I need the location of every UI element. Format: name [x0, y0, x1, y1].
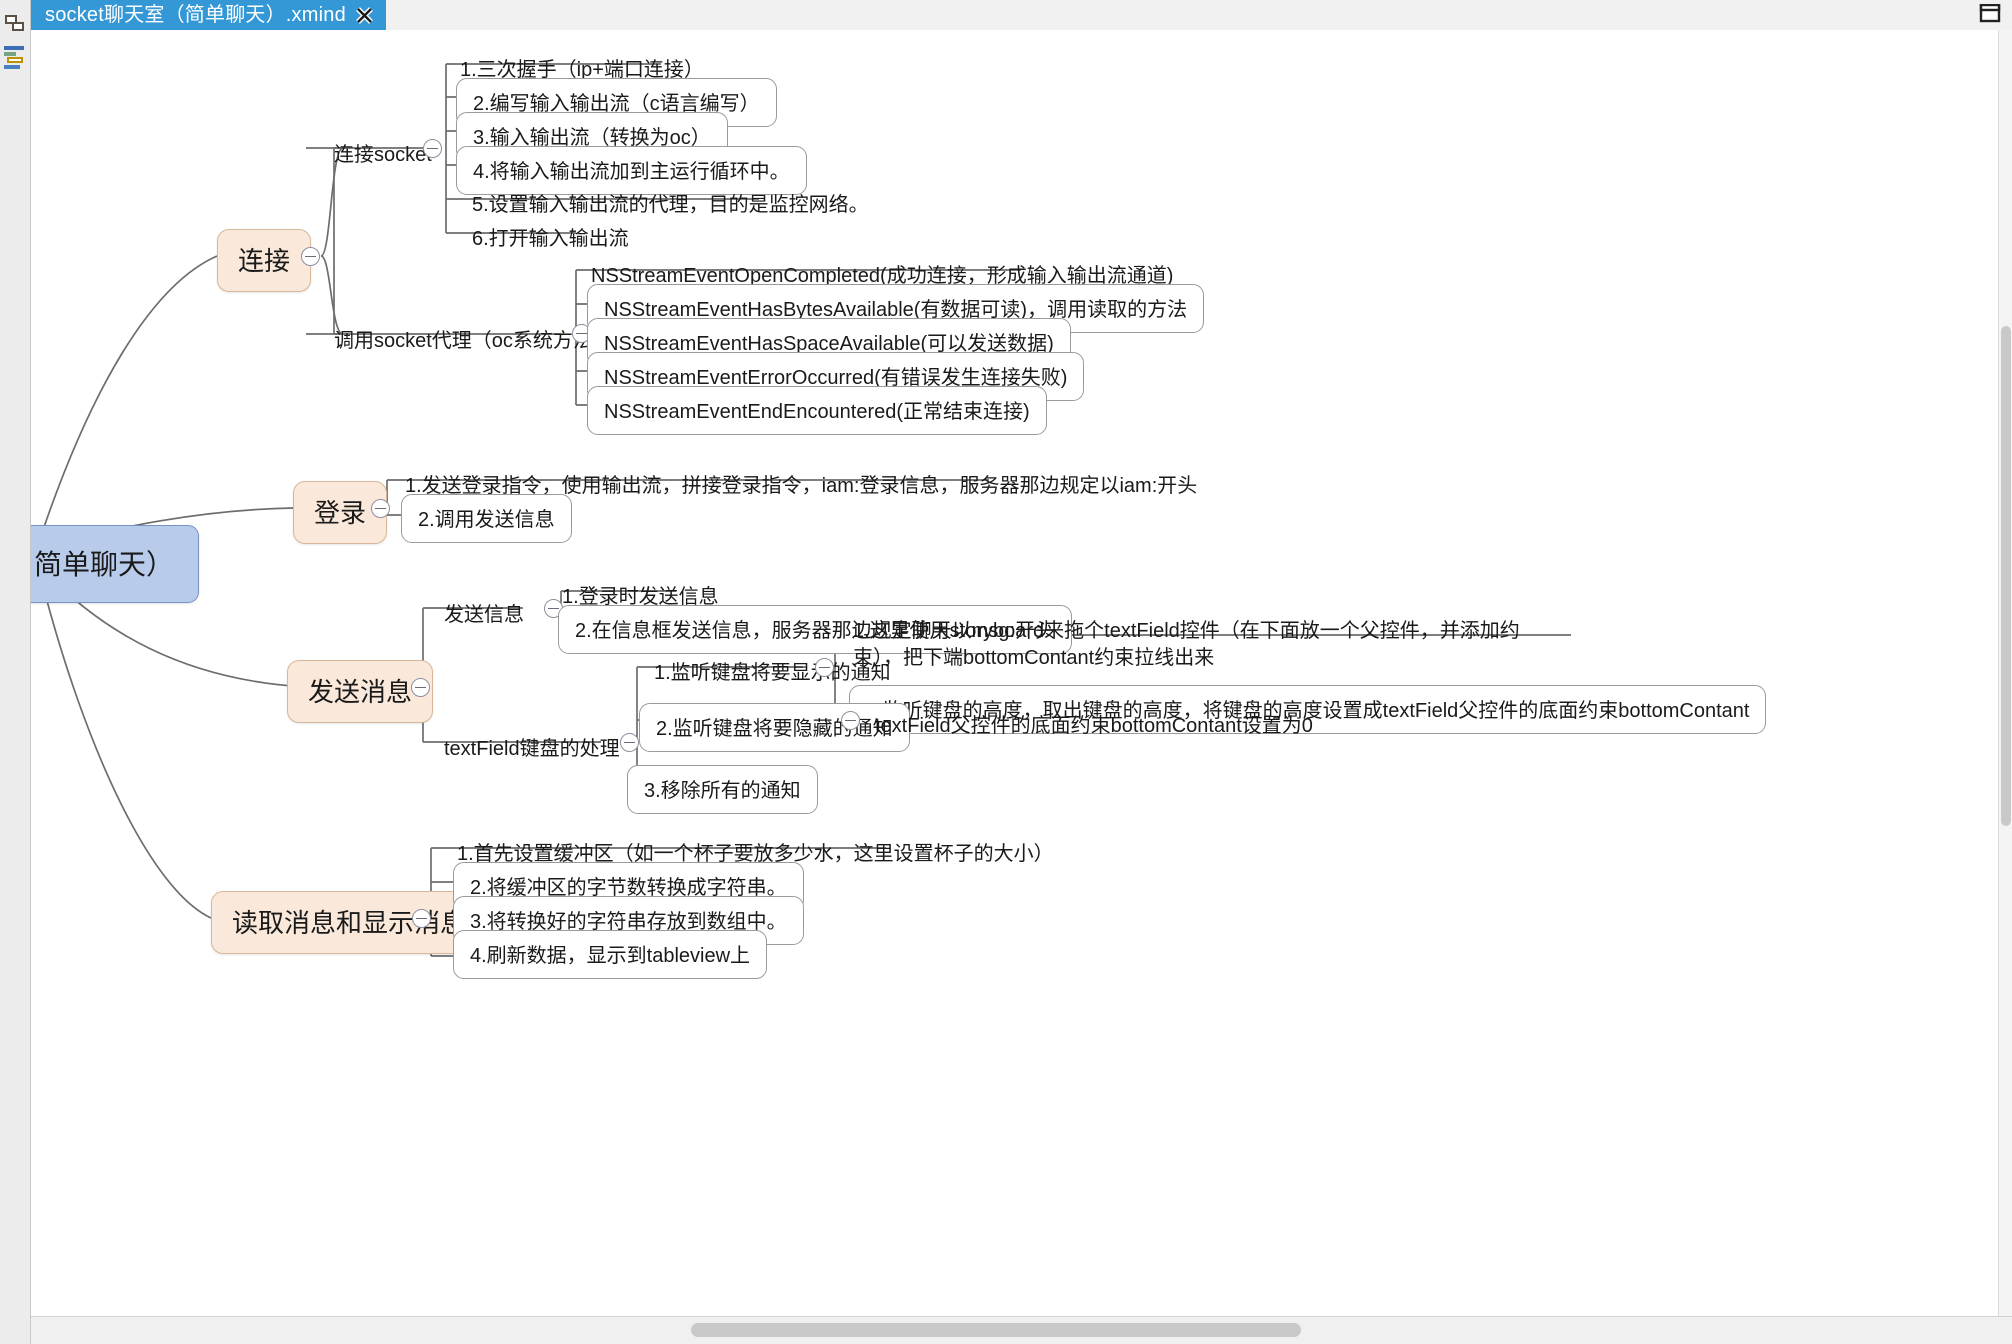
leaf-node-label: NSStreamEventEndEncountered(正常结束连接) [604, 401, 1030, 423]
mindmap-canvas[interactable]: 简单聊天） 连接 连接socket 1.三次握手（ip+端口连接） 2.编写输入… [31, 30, 2012, 1316]
branch-node-label: 读取消息和显示消息 [232, 908, 467, 938]
leaf-node[interactable]: NSStreamEventEndEncountered(正常结束连接) [587, 386, 1047, 435]
branch-node-label: 连接 [238, 246, 291, 276]
sub-node-label: 连接socket [334, 144, 432, 166]
branch-node-lianjie[interactable]: 连接 [217, 229, 312, 292]
root-node-label: 简单聊天） [34, 549, 175, 580]
structure-outline-icon[interactable] [3, 12, 27, 40]
leaf-node-label: 4.刷新数据，显示到tableview上 [470, 945, 751, 967]
leaf-node-label: 5.设置输入输出流的代理，目的是监控网络。 [472, 194, 869, 216]
sub-node-textfield-keyboard[interactable]: textField键盘的处理 [440, 729, 624, 766]
leaf-node[interactable]: textField父控件的底面约束bottomContant设置为0 [871, 706, 1317, 743]
leaf-node-label: textField父控件的底面约束bottomContant设置为0 [875, 715, 1313, 737]
document-tab-title: socket聊天室（简单聊天）.xmind [45, 4, 346, 26]
leaf-node[interactable]: 5.设置输入输出流的代理，目的是监控网络。 [468, 185, 873, 222]
sub-node-label: textField键盘的处理 [444, 738, 620, 760]
leaf-node-label: 4.将输入输出流加到主运行循环中。 [473, 161, 790, 183]
leaf-node[interactable]: 3.移除所有的通知 [627, 765, 818, 814]
collapse-toggle-textfield-keyboard[interactable] [620, 733, 639, 752]
branch-node-label: 发送消息 [308, 677, 413, 707]
restore-window-icon[interactable] [1977, 2, 2003, 26]
collapse-toggle-denglu[interactable] [371, 499, 390, 518]
root-node[interactable]: 简单聊天） [31, 525, 200, 603]
leaf-node[interactable]: 2.监听键盘将要隐藏的通知 [639, 703, 910, 752]
leaf-node[interactable]: 2.调用发送信息 [401, 494, 572, 543]
collapse-toggle-fasong-xiaoxi[interactable] [411, 678, 430, 697]
sub-node-fasong-xinxi[interactable]: 发送信息 [440, 595, 528, 632]
collapse-toggle-keyboard-show[interactable] [815, 658, 834, 677]
branch-node-duqu-xianshi[interactable]: 读取消息和显示消息 [211, 891, 488, 954]
collapse-toggle-duqu-xianshi[interactable] [412, 909, 431, 928]
leaf-node[interactable]: 6.打开输入输出流 [468, 219, 633, 256]
left-icon-rail [0, 0, 31, 1344]
sub-node-lianjie-socket[interactable]: 连接socket [330, 135, 436, 172]
leaf-node-label: 2.调用发送信息 [418, 509, 555, 531]
leaf-node[interactable]: 1.这里使用storyboard来拖个textField控件（在下面放一个父控件… [849, 615, 1549, 677]
collapse-toggle-lianjie[interactable] [301, 247, 320, 266]
collapse-toggle-lianjie-socket[interactable] [423, 139, 442, 158]
sub-node-label: 发送信息 [444, 604, 524, 626]
collapse-toggle-keyboard-hide[interactable] [841, 711, 860, 730]
close-x-icon[interactable] [355, 6, 374, 25]
leaf-node[interactable]: 4.刷新数据，显示到tableview上 [453, 930, 768, 979]
vertical-scrollbar-thumb[interactable] [2001, 326, 2011, 826]
leaf-node-label: 6.打开输入输出流 [472, 228, 629, 250]
leaf-node-label: 1.这里使用storyboard来拖个textField控件（在下面放一个父控件… [853, 620, 1520, 669]
vertical-scrollbar[interactable] [1998, 30, 2012, 1316]
leaf-node-label: 3.移除所有的通知 [644, 780, 801, 802]
horizontal-scrollbar[interactable] [31, 1316, 2012, 1344]
document-tab[interactable]: socket聊天室（简单聊天）.xmind [31, 0, 386, 30]
horizontal-scrollbar-thumb[interactable] [691, 1323, 1301, 1337]
branch-node-label: 登录 [314, 498, 367, 528]
xmind-window: socket聊天室（简单聊天）.xmind 简单聊天） 连接 连接socket … [0, 0, 2012, 1344]
gantt-bars-icon[interactable] [3, 44, 27, 72]
